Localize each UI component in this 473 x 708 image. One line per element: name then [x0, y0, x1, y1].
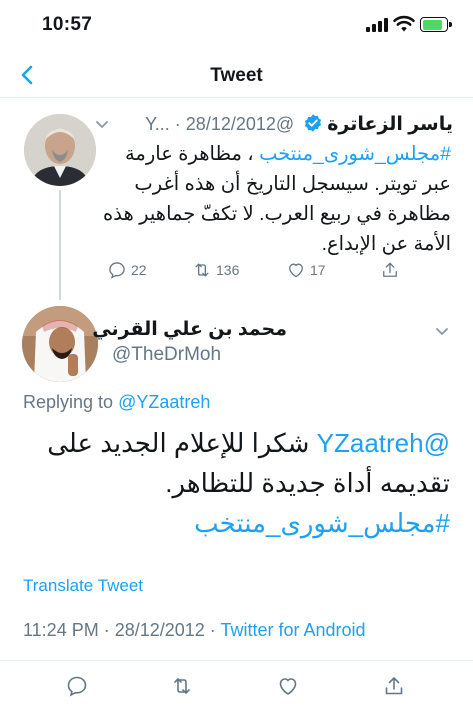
reply-button[interactable]: 22 [107, 257, 147, 283]
retweet-count: 136 [216, 262, 240, 278]
main-tweet-actions [0, 672, 473, 702]
divider [0, 660, 473, 661]
like-icon [289, 263, 303, 278]
retweet-icon[interactable] [170, 674, 194, 698]
author-name[interactable]: محمد بن علي القرني [92, 318, 287, 341]
reply-count: 22 [131, 262, 147, 278]
retweet-icon [195, 263, 209, 277]
thread-connector [59, 190, 61, 300]
translate-tweet-link[interactable]: Translate Tweet [23, 576, 143, 596]
cellular-signal-icon [366, 18, 388, 32]
status-bar: 10:57 [0, 0, 473, 50]
tweet-source-link[interactable]: Twitter for Android [220, 620, 365, 640]
author-handle[interactable]: @TheDrMoh [112, 344, 221, 366]
mention-link[interactable]: @YZaatreh [317, 428, 450, 458]
like-button[interactable]: 17 [286, 257, 326, 283]
chevron-down-icon[interactable] [433, 322, 451, 340]
hashtag-link[interactable]: #مجلس_شورى_منتخب [259, 143, 451, 165]
retweet-button[interactable]: 136 [192, 257, 239, 283]
replying-label: Replying to [23, 392, 114, 412]
share-icon[interactable] [382, 674, 406, 698]
share-icon [383, 262, 397, 277]
wifi-icon [393, 15, 415, 32]
reply-icon [109, 262, 125, 279]
share-button[interactable] [380, 257, 400, 283]
reply-icon[interactable] [65, 674, 89, 698]
replying-to-link[interactable]: @YZaatreh [118, 392, 210, 412]
page-title: Tweet [210, 65, 263, 86]
main-tweet-text: @YZaatreh شكرا للإعلام الجديد على تقديمه… [20, 423, 450, 543]
tweet-meta: 11:24 PM · 28/12/2012 · Twitter for Andr… [23, 620, 366, 641]
avatar[interactable] [24, 114, 96, 186]
hashtag-link[interactable]: #مجلس_شورى_منتخب [194, 508, 450, 538]
chevron-down-icon[interactable] [93, 115, 111, 133]
battery-icon [420, 17, 452, 32]
avatar[interactable] [22, 306, 98, 382]
tweet-date: · 28/12/2012 [174, 114, 276, 134]
parent-tweet-header: ياسر الزعاترة @Y... · 28/12/2012 [93, 113, 453, 139]
status-time: 10:57 [42, 14, 93, 35]
like-icon[interactable] [276, 674, 300, 698]
parent-tweet-text: #مجلس_شورى_منتخب ، مظاهرة عارمة عبر تويت… [101, 139, 451, 259]
nav-bar: Tweet [0, 52, 473, 98]
parent-tweet-actions: 22 136 17 [100, 257, 450, 283]
tweet-timestamp: 11:24 PM · 28/12/2012 · [23, 620, 221, 640]
replying-to: Replying to @YZaatreh [23, 392, 210, 413]
like-count: 17 [310, 262, 326, 278]
author-name[interactable]: ياسر الزعاترة [327, 114, 453, 135]
verified-badge-icon [305, 114, 322, 132]
